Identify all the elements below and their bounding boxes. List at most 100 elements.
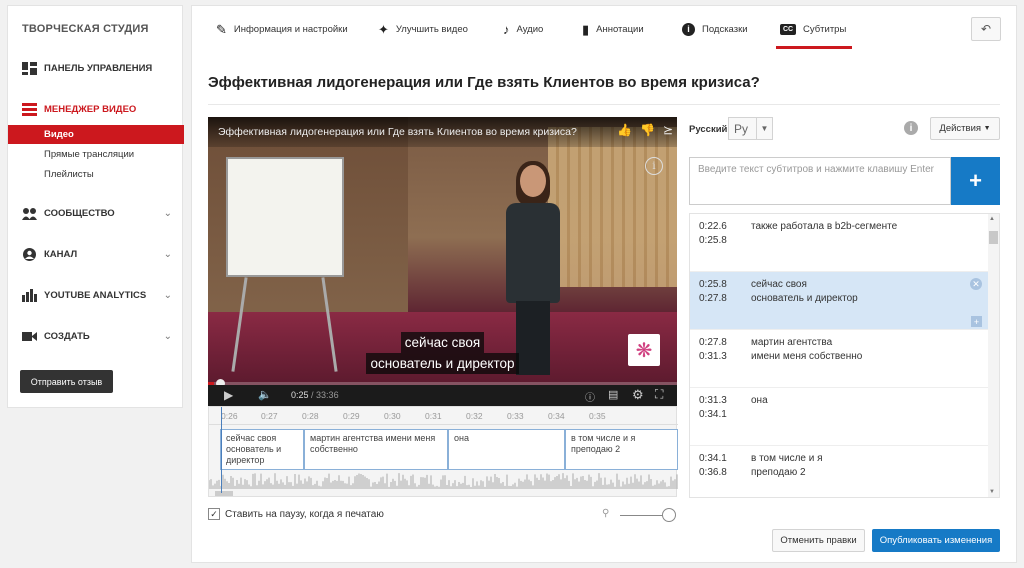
subtitle-times[interactable]: 0:22.6 0:25.8 <box>699 220 727 248</box>
pause-while-typing[interactable]: ✓ Ставить на паузу, когда я печатаю <box>208 508 384 520</box>
publish-changes-button[interactable]: Опубликовать изменения <box>872 529 1000 552</box>
back-button[interactable]: ↶ <box>971 17 1001 41</box>
subtitle-list-scrollbar[interactable]: ▲ ▼ <box>988 214 999 497</box>
delete-subtitle-icon[interactable]: ✕ <box>970 278 982 290</box>
timeline-segment[interactable]: мартин агентства имени меня собственно <box>304 429 448 470</box>
subtitle-row[interactable]: 0:31.3 0:34.1 она <box>690 388 988 446</box>
end-time[interactable]: 0:27.8 <box>699 293 727 304</box>
timeline-segment[interactable]: сейчас своя основатель и директор <box>220 429 304 470</box>
subtitle-times[interactable]: 0:34.1 0:36.8 <box>699 452 727 480</box>
subtitle-text[interactable]: в том числе и я преподаю 2 <box>751 452 823 480</box>
tab-audio[interactable]: ♪ Аудио <box>503 6 543 52</box>
actions-button[interactable]: Действия ▼ <box>930 117 1000 140</box>
insert-subtitle-icon[interactable]: + <box>971 316 982 327</box>
start-time[interactable]: 0:31.3 <box>699 395 727 406</box>
end-time[interactable]: 0:25.8 <box>699 235 727 246</box>
timeline-zoom[interactable]: ⚲ <box>602 508 682 522</box>
end-time[interactable]: 0:31.3 <box>699 351 727 362</box>
play-icon[interactable]: ▶ <box>224 388 233 402</box>
chevron-down-icon[interactable]: ⌄ <box>164 208 172 219</box>
revert-changes-button[interactable]: Отменить правки <box>772 529 865 552</box>
add-subtitle-button[interactable]: + <box>951 157 1000 205</box>
tab-cards[interactable]: i Подсказки <box>682 6 748 52</box>
start-time[interactable]: 0:22.6 <box>699 221 727 232</box>
start-time[interactable]: 0:34.1 <box>699 453 727 464</box>
help-icon[interactable]: i <box>904 121 918 135</box>
info-icon: i <box>682 22 695 36</box>
start-time[interactable]: 0:25.8 <box>699 279 727 290</box>
timeline-playhead[interactable] <box>221 407 222 493</box>
tab-subtitles[interactable]: CC Субтитры <box>775 6 853 52</box>
subtitle-row[interactable]: 0:27.8 0:31.3 мартин агентства имени меня … <box>690 330 988 388</box>
subtitle-times[interactable]: 0:25.8 0:27.8 <box>699 278 727 306</box>
subtitle-text[interactable]: мартин агентства имени меня собственно <box>751 336 862 364</box>
subtitle-text-input[interactable]: Введите текст субтитров и нажмите клавиш… <box>689 157 951 205</box>
gear-icon[interactable]: ⚙ <box>632 387 644 403</box>
tab-annotations[interactable]: ▮ Аннотации <box>582 6 644 52</box>
chevron-down-icon[interactable]: ⌄ <box>164 249 172 260</box>
tab-info-settings[interactable]: ✎ Информация и настройки <box>216 6 348 52</box>
timeline-scroller[interactable] <box>215 491 233 496</box>
scroll-up-icon[interactable]: ▲ <box>989 216 995 222</box>
nav-channel[interactable]: КАНАЛ ⌄ <box>8 244 184 264</box>
subtitles-toggle-icon[interactable]: ▤ <box>608 388 618 401</box>
subtitle-times[interactable]: 0:27.8 0:31.3 <box>699 336 727 364</box>
tab-enhance[interactable]: ✦ Улучшить видео <box>378 6 468 52</box>
chevron-down-icon[interactable]: ⌄ <box>164 290 172 301</box>
pencil-icon: ✎ <box>216 21 227 37</box>
video-player[interactable]: Эффективная лидогенерация или Где взять … <box>208 117 677 406</box>
camera-icon <box>22 331 37 341</box>
channel-logo-watermark[interactable]: ❋ <box>628 334 660 366</box>
language-label: Русский <box>689 124 728 135</box>
subtitle-text[interactable]: также работала в b2b-сегменте <box>751 220 897 234</box>
card-info-icon[interactable]: i <box>645 157 663 175</box>
thumbs-up-icon[interactable]: 👍 <box>617 123 632 137</box>
nav-dashboard[interactable]: ПАНЕЛЬ УПРАВЛЕНИЯ <box>8 58 184 78</box>
channel-icon <box>23 247 36 261</box>
scrollbar-thumb[interactable] <box>989 231 998 244</box>
cc-icon: CC <box>780 23 796 35</box>
nav-analytics[interactable]: YOUTUBE ANALYTICS ⌄ <box>8 285 184 305</box>
timeline-segment[interactable]: в том числе и я преподаю 2 <box>565 429 678 470</box>
send-feedback-button[interactable]: Отправить отзыв <box>20 370 113 393</box>
subtitle-row[interactable]: 0:22.6 0:25.8 также работала в b2b-сегмен… <box>690 214 988 272</box>
fullscreen-icon[interactable]: ⛶ <box>655 387 663 402</box>
share-icon[interactable]: ⪰ <box>663 123 673 137</box>
subtitle-text[interactable]: сейчас своя основатель и директор <box>751 278 858 306</box>
subtitle-timeline[interactable]: 0:26 0:27 0:28 0:29 0:30 0:31 0:32 0:33 … <box>208 406 678 497</box>
chevron-down-icon[interactable]: ⌄ <box>164 331 172 342</box>
zoom-knob[interactable] <box>662 508 676 522</box>
timeline-segment[interactable]: она <box>448 429 565 470</box>
subtitle-line: она <box>751 395 768 406</box>
subtitle-times[interactable]: 0:31.3 0:34.1 <box>699 394 727 422</box>
pause-checkbox[interactable]: ✓ <box>208 508 220 520</box>
end-time[interactable]: 0:36.8 <box>699 467 727 478</box>
caption-line-1: сейчас своя <box>400 332 485 353</box>
end-time[interactable]: 0:34.1 <box>699 409 727 420</box>
page-title: Эффективная лидогенерация или Где взять … <box>208 74 760 91</box>
timeline-ruler: 0:26 0:27 0:28 0:29 0:30 0:31 0:32 0:33 … <box>209 407 678 425</box>
video-title-bar: Эффективная лидогенерация или Где взять … <box>208 117 677 147</box>
tick-label: 0:33 <box>507 411 524 421</box>
nav-create-label: СОЗДАТЬ <box>44 330 90 342</box>
subtitle-text[interactable]: она <box>751 394 768 408</box>
video-caption: сейчас своя основатель и директор <box>208 332 677 374</box>
subnav-live[interactable]: Прямые трансляции <box>8 145 184 164</box>
start-time[interactable]: 0:27.8 <box>699 337 727 348</box>
scroll-down-icon[interactable]: ▼ <box>989 489 995 495</box>
volume-icon[interactable]: 🔈 <box>258 388 272 401</box>
subtitle-row[interactable]: 0:34.1 0:36.8 в том числе и я преподаю 2 <box>690 446 988 497</box>
subtitle-row-selected[interactable]: 0:25.8 0:27.8 сейчас своя основатель и дир… <box>690 272 988 330</box>
nav-community[interactable]: СООБЩЕСТВО ⌄ <box>8 203 184 223</box>
nav-create[interactable]: СОЗДАТЬ ⌄ <box>8 326 184 346</box>
subnav-playlists[interactable]: Плейлисты <box>8 165 184 184</box>
language-select[interactable]: Ру ▼ <box>728 117 773 140</box>
tick-label: 0:28 <box>302 411 319 421</box>
actions-label: Действия <box>939 123 982 134</box>
subnav-videos[interactable]: Видео <box>8 125 184 144</box>
info-card-icon[interactable]: ⓘ <box>585 389 595 404</box>
nav-video-manager[interactable]: МЕНЕДЖЕР ВИДЕО <box>8 99 184 119</box>
thumbs-down-icon[interactable]: 👎 <box>640 123 655 137</box>
nav-dashboard-label: ПАНЕЛЬ УПРАВЛЕНИЯ <box>44 62 153 74</box>
caret-down-icon: ▼ <box>983 125 991 132</box>
